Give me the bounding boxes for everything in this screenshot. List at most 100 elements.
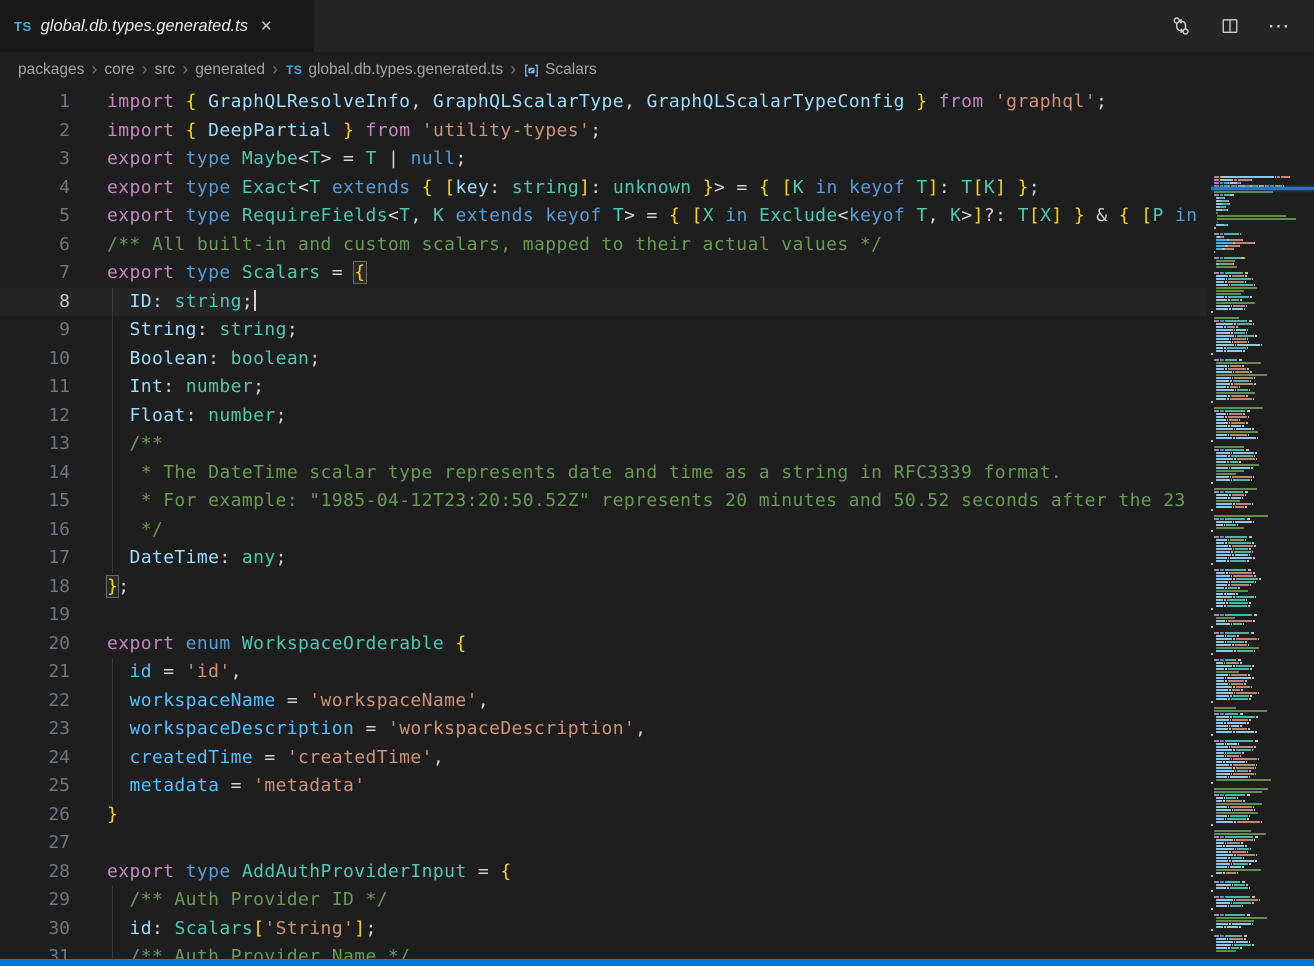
line-number[interactable]: 6 <box>0 231 70 260</box>
split-editor-icon[interactable] <box>1219 15 1241 37</box>
code-text: export enum WorkspaceOrderable { <box>107 630 467 659</box>
line-number[interactable]: 10 <box>0 345 70 374</box>
line-number[interactable]: 21 <box>0 658 70 687</box>
line-number[interactable]: 31 <box>0 943 70 959</box>
line-number[interactable]: 4 <box>0 174 70 203</box>
line-number[interactable]: 17 <box>0 544 70 573</box>
breadcrumb-label: Scalars <box>545 61 597 79</box>
tab-title: global.db.types.generated.ts <box>41 17 248 36</box>
code-line[interactable]: 9 String: string; <box>0 316 1207 345</box>
code-line[interactable]: 6/** All built-in and custom scalars, ma… <box>0 231 1207 260</box>
breadcrumb-item-packages[interactable]: packages <box>18 61 84 79</box>
code-text: export type AddAuthProviderInput = { <box>107 858 512 887</box>
line-number[interactable]: 5 <box>0 202 70 231</box>
line-number[interactable]: 15 <box>0 487 70 516</box>
code-area[interactable]: 1import { GraphQLResolveInfo, GraphQLSca… <box>0 88 1207 959</box>
breadcrumb-label: src <box>155 61 176 79</box>
code-line[interactable]: 21 id = 'id', <box>0 658 1207 687</box>
line-number[interactable]: 19 <box>0 601 70 630</box>
code-text: id: Scalars['String']; <box>107 915 377 944</box>
line-number[interactable]: 2 <box>0 117 70 146</box>
code-text: DateTime: any; <box>107 544 287 573</box>
code-line[interactable]: 8 ID: string; <box>0 288 1207 317</box>
code-text: /** Auth Provider Name */ <box>107 943 410 959</box>
line-number[interactable]: 30 <box>0 915 70 944</box>
line-number[interactable]: 11 <box>0 373 70 402</box>
code-text: /** <box>107 430 163 459</box>
editor-tab[interactable]: TS global.db.types.generated.ts ✕ <box>0 0 314 52</box>
breadcrumb-item-core[interactable]: core <box>104 61 134 79</box>
code-text: ID: string; <box>107 288 256 317</box>
line-number[interactable]: 28 <box>0 858 70 887</box>
breadcrumb-label: core <box>104 61 134 79</box>
more-actions-icon[interactable]: ⋯ <box>1268 15 1290 37</box>
chevron-right-icon: › <box>91 59 97 80</box>
code-line[interactable]: 1import { GraphQLResolveInfo, GraphQLSca… <box>0 88 1207 117</box>
line-number[interactable]: 13 <box>0 430 70 459</box>
breadcrumb-label: generated <box>195 61 265 79</box>
code-line[interactable]: 24 createdTime = 'createdTime', <box>0 744 1207 773</box>
code-line[interactable]: 26} <box>0 801 1207 830</box>
tab-close-icon[interactable]: ✕ <box>260 19 273 34</box>
code-line[interactable]: 31 /** Auth Provider Name */ <box>0 943 1207 959</box>
line-number[interactable]: 29 <box>0 886 70 915</box>
code-line[interactable]: 29 /** Auth Provider ID */ <box>0 886 1207 915</box>
minimap-current-line-marker <box>1211 187 1314 190</box>
editor-pane[interactable]: 1import { GraphQLResolveInfo, GraphQLSca… <box>0 88 1314 959</box>
code-text: /** Auth Provider ID */ <box>107 886 388 915</box>
code-line[interactable]: 11 Int: number; <box>0 373 1207 402</box>
line-number[interactable]: 27 <box>0 829 70 858</box>
code-line[interactable]: 12 Float: number; <box>0 402 1207 431</box>
code-line[interactable]: 3 export type Maybe<T> = T | null; <box>0 145 1207 174</box>
code-text: * For example: "1985-04-12T23:20:50.52Z"… <box>107 487 1186 516</box>
code-line[interactable]: 10 Boolean: boolean; <box>0 345 1207 374</box>
line-number[interactable]: 18 <box>0 573 70 602</box>
text-cursor <box>254 290 256 311</box>
code-line[interactable]: 27 <box>0 829 1207 858</box>
code-line[interactable]: 20 export enum WorkspaceOrderable { <box>0 630 1207 659</box>
code-line[interactable]: 15 * For example: "1985-04-12T23:20:50.5… <box>0 487 1207 516</box>
line-number[interactable]: 9 <box>0 316 70 345</box>
line-number[interactable]: 20 <box>0 630 70 659</box>
minimap[interactable] <box>1211 176 1314 952</box>
line-number[interactable]: 22 <box>0 687 70 716</box>
breadcrumb-item-global-db-types-generated-ts[interactable]: TSglobal.db.types.generated.ts <box>285 61 503 79</box>
status-accent-bar <box>0 959 1314 966</box>
breadcrumb-label: global.db.types.generated.ts <box>308 61 503 79</box>
code-text: Float: number; <box>107 402 287 431</box>
code-text: export type Maybe<T> = T | null; <box>107 145 467 174</box>
breadcrumb-item-scalars[interactable]: Scalars <box>523 61 597 79</box>
line-number[interactable]: 26 <box>0 801 70 830</box>
code-line[interactable]: 23 workspaceDescription = 'workspaceDesc… <box>0 715 1207 744</box>
code-line[interactable]: 17 DateTime: any; <box>0 544 1207 573</box>
code-line[interactable]: 22 workspaceName = 'workspaceName', <box>0 687 1207 716</box>
code-line[interactable]: 4export type Exact<T extends { [key: str… <box>0 174 1207 203</box>
code-line[interactable]: 14 * The DateTime scalar type represents… <box>0 459 1207 488</box>
line-number[interactable]: 12 <box>0 402 70 431</box>
chevron-right-icon: › <box>142 59 148 80</box>
code-line[interactable]: 7export type Scalars = { <box>0 259 1207 288</box>
code-line[interactable]: 5export type RequireFields<T, K extends … <box>0 202 1207 231</box>
code-line[interactable]: 13 /** <box>0 430 1207 459</box>
code-line[interactable]: 28 export type AddAuthProviderInput = { <box>0 858 1207 887</box>
line-number[interactable]: 8 <box>0 288 70 317</box>
breadcrumb-item-src[interactable]: src <box>155 61 176 79</box>
line-number[interactable]: 23 <box>0 715 70 744</box>
line-number[interactable]: 1 <box>0 88 70 117</box>
ts-file-icon: TS <box>14 19 32 34</box>
line-number[interactable]: 3 <box>0 145 70 174</box>
line-number[interactable]: 24 <box>0 744 70 773</box>
line-number[interactable]: 25 <box>0 772 70 801</box>
breadcrumb-item-generated[interactable]: generated <box>195 61 265 79</box>
code-text: Int: number; <box>107 373 264 402</box>
line-number[interactable]: 7 <box>0 259 70 288</box>
code-line[interactable]: 25 metadata = 'metadata' <box>0 772 1207 801</box>
code-line[interactable]: 19 <box>0 601 1207 630</box>
code-line[interactable]: 16 */ <box>0 516 1207 545</box>
code-line[interactable]: 2import { DeepPartial } from 'utility-ty… <box>0 117 1207 146</box>
open-changes-icon[interactable] <box>1170 15 1192 37</box>
code-line[interactable]: 18}; <box>0 573 1207 602</box>
code-line[interactable]: 30 id: Scalars['String']; <box>0 915 1207 944</box>
line-number[interactable]: 14 <box>0 459 70 488</box>
line-number[interactable]: 16 <box>0 516 70 545</box>
